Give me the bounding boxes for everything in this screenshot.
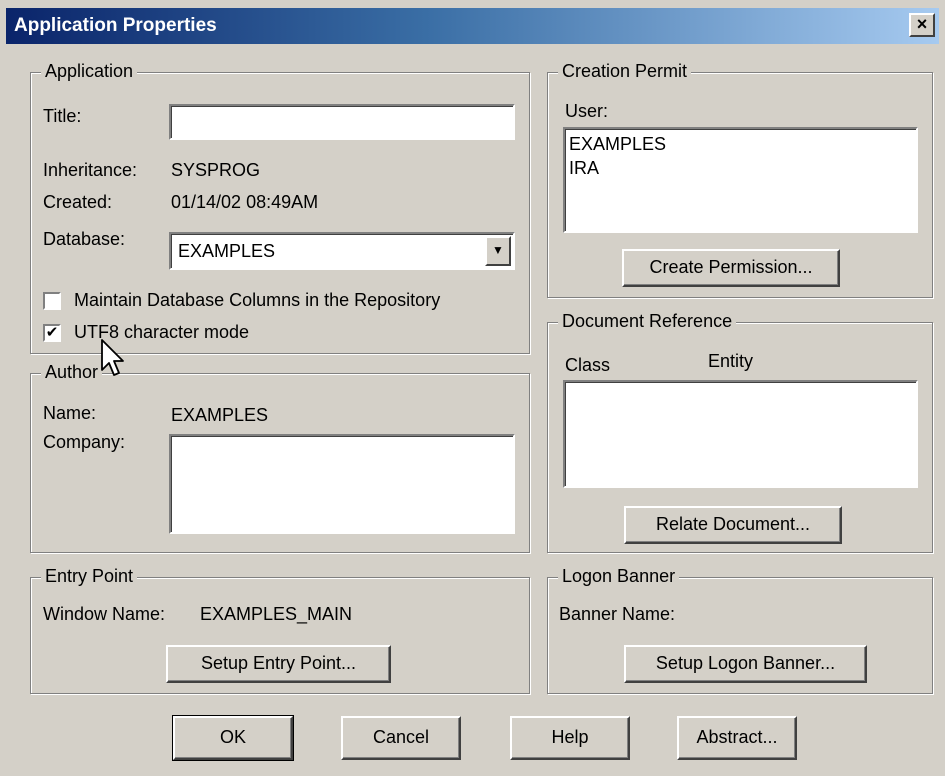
inheritance-value: SYSPROG bbox=[171, 160, 261, 180]
document-reference-legend: Document Reference bbox=[558, 311, 737, 332]
user-label: User: bbox=[565, 101, 609, 121]
created-value: 01/14/02 08:49AM bbox=[171, 192, 319, 212]
created-label: Created: bbox=[43, 192, 113, 212]
close-button[interactable]: × bbox=[909, 13, 935, 37]
utf8-checkbox[interactable]: ✔ bbox=[43, 324, 61, 342]
application-legend: Application bbox=[41, 61, 138, 82]
help-button[interactable]: Help bbox=[510, 716, 630, 760]
creation-permit-legend: Creation Permit bbox=[558, 61, 692, 82]
maintain-columns-label: Maintain Database Columns in the Reposit… bbox=[74, 290, 441, 310]
company-label: Company: bbox=[43, 432, 126, 452]
window-name-value: EXAMPLES_MAIN bbox=[200, 604, 353, 624]
database-value: EXAMPLES bbox=[178, 241, 276, 261]
title-bar: Application Properties × bbox=[6, 8, 939, 44]
class-column-header: Class bbox=[565, 355, 611, 375]
inheritance-label: Inheritance: bbox=[43, 160, 138, 180]
document-list[interactable] bbox=[563, 380, 918, 488]
abstract-button[interactable]: Abstract... bbox=[677, 716, 797, 760]
mouse-cursor-icon bbox=[101, 339, 124, 376]
entry-point-legend: Entry Point bbox=[41, 566, 138, 587]
create-permission-button[interactable]: Create Permission... bbox=[622, 249, 840, 287]
ok-button[interactable]: OK bbox=[172, 715, 294, 761]
database-dropdown[interactable]: EXAMPLES ▼ bbox=[169, 232, 515, 270]
database-label: Database: bbox=[43, 229, 126, 249]
user-list[interactable]: EXAMPLES IRA bbox=[563, 127, 918, 233]
author-legend: Author bbox=[41, 362, 103, 383]
setup-entry-point-button[interactable]: Setup Entry Point... bbox=[166, 645, 391, 683]
banner-name-label: Banner Name: bbox=[559, 604, 676, 624]
user-list-item[interactable]: IRA bbox=[567, 156, 916, 180]
window-name-label: Window Name: bbox=[43, 604, 166, 624]
entity-column-header: Entity bbox=[708, 351, 754, 371]
logon-banner-legend: Logon Banner bbox=[558, 566, 680, 587]
title-input[interactable] bbox=[169, 104, 515, 140]
window-title: Application Properties bbox=[14, 15, 217, 36]
chevron-down-icon[interactable]: ▼ bbox=[485, 236, 511, 266]
user-list-item[interactable]: EXAMPLES bbox=[567, 132, 916, 156]
company-input[interactable] bbox=[169, 434, 515, 534]
relate-document-button[interactable]: Relate Document... bbox=[624, 506, 842, 544]
setup-logon-banner-button[interactable]: Setup Logon Banner... bbox=[624, 645, 867, 683]
title-label: Title: bbox=[43, 106, 82, 126]
maintain-columns-checkbox[interactable] bbox=[43, 292, 61, 310]
name-value: EXAMPLES bbox=[171, 405, 269, 425]
name-label: Name: bbox=[43, 403, 97, 423]
cancel-button[interactable]: Cancel bbox=[341, 716, 461, 760]
